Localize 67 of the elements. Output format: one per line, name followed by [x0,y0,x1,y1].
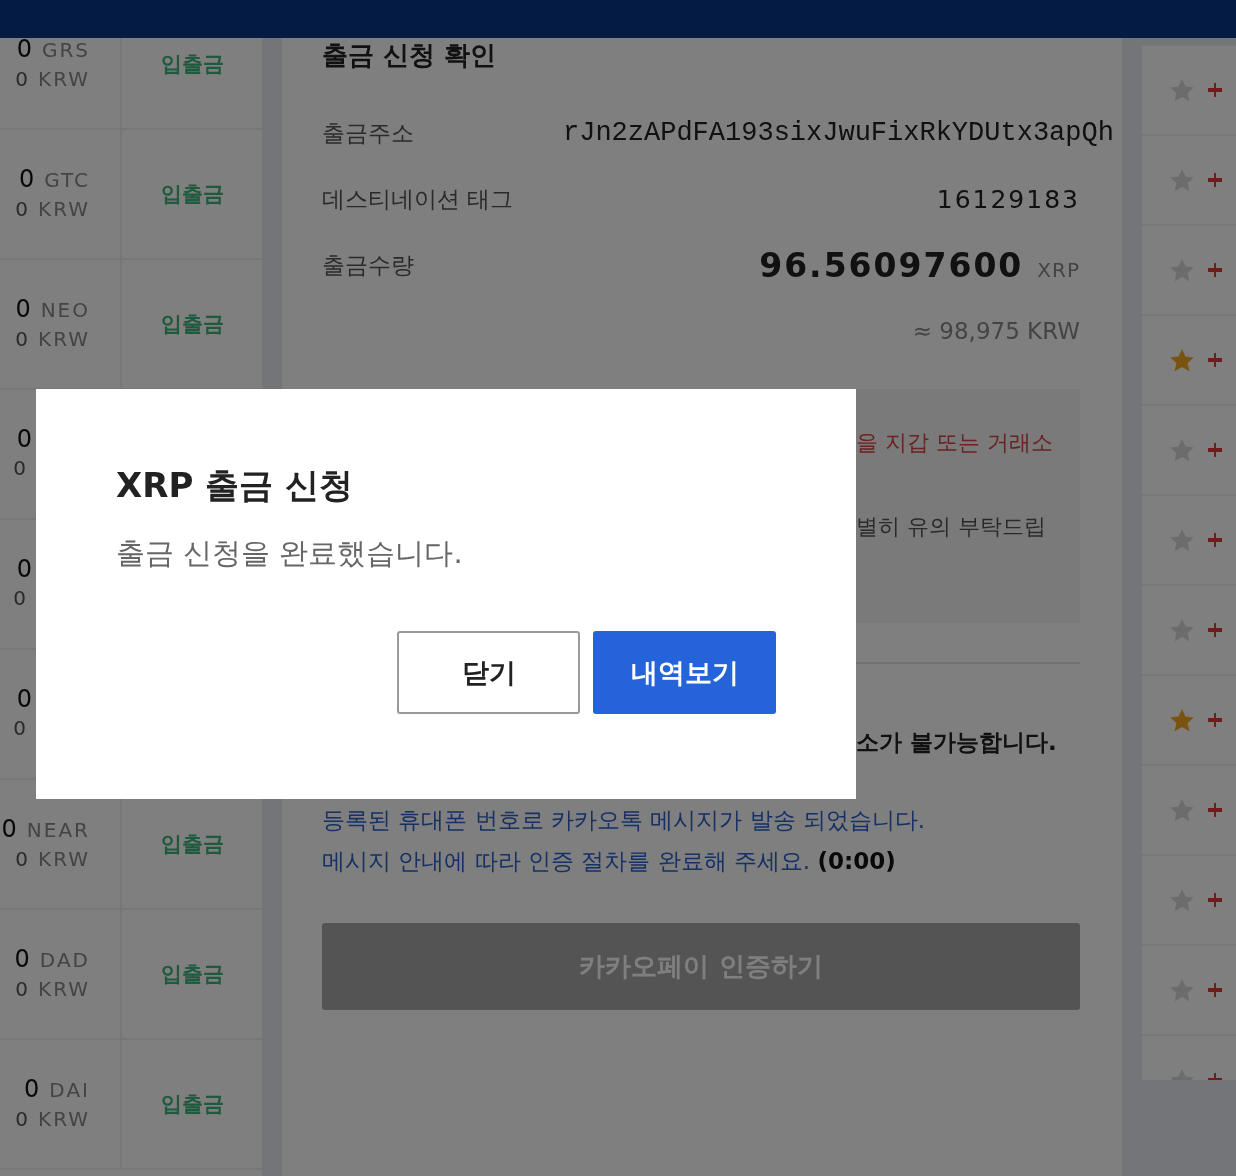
currency-unit: KRW [38,975,90,1003]
krw-amount: 0 [15,195,28,223]
kakao-message: 등록된 휴대폰 번호로 카카오톡 메시지가 발송 되었습니다. [322,806,927,835]
candle-icon [1208,173,1222,187]
krw-amount: 0 [15,65,28,93]
notice-text: 별히 유의 부탁드립 [856,513,1047,541]
krw-amount: 0 [13,455,26,482]
coin-amount: 0 [16,685,32,714]
candle-icon [1208,443,1222,457]
notice-text: 을 지갑 또는 거래소 [856,429,1054,457]
kakao-message: 메시지 안내에 따라 인증 절차를 완료해 주세요. (0:00) [322,847,897,876]
krw-estimate: ≈ 98,975 KRW [912,318,1080,344]
candle-icon [1208,893,1222,907]
coin-amount: 0 [16,38,32,64]
coin-symbol: GRS [41,38,90,64]
coin-amount: 0 [16,555,32,584]
coin-amount: 0 [15,294,31,324]
coin-amount: 0 [14,944,30,974]
krw-amount: 0 [15,1105,28,1133]
field-label: 데스티네이션 태그 [322,184,515,214]
field-label: 출금주소 [322,118,415,148]
star-icon[interactable] [1170,348,1194,372]
candle-icon [1208,353,1222,367]
panel-title: 출금 신청 확인 [322,39,498,72]
deposit-withdraw-button[interactable]: 입출금 [160,50,224,78]
candle-icon [1208,713,1222,727]
close-button[interactable]: 닫기 [397,631,580,714]
deposit-withdraw-button[interactable]: 입출금 [160,830,224,858]
coin-symbol: GTC [44,166,90,194]
coin-symbol: NEAR [26,816,90,844]
krw-amount: 0 [13,715,26,742]
krw-amount: 0 [15,975,28,1003]
dialog-message: 출금 신청을 완료했습니다. [116,535,464,572]
candle-icon [1208,83,1222,97]
star-icon[interactable] [1170,708,1194,732]
currency-unit: KRW [38,195,90,223]
coin-symbol: DAD [39,946,90,974]
krw-amount: 0 [13,585,26,612]
currency-unit: KRW [38,1105,90,1133]
krw-amount: 0 [15,845,28,873]
coin-symbol: DAI [49,1076,90,1104]
coin-amount: 0 [16,425,32,454]
dialog-title: XRP 출금 신청 [116,464,354,507]
candle-icon [1208,533,1222,547]
field-label: 출금수량 [322,250,415,280]
candle-icon [1208,983,1222,997]
history-button[interactable]: 내역보기 [593,631,776,714]
candle-icon [1208,263,1222,277]
deposit-withdraw-button[interactable]: 입출금 [160,180,224,208]
deposit-withdraw-button[interactable]: 입출금 [160,310,224,338]
coin-amount: 0 [24,1074,40,1104]
coin-amount: 0 [18,164,35,194]
address-value: rJn2zAPdFA193sixJwuFixRkYDUtx3apQh [563,118,1114,148]
coin-amount: 0 [1,814,17,844]
tag-value: 16129183 [936,184,1080,214]
currency-unit: KRW [38,325,90,353]
deposit-withdraw-button[interactable]: 입출금 [160,1090,224,1118]
currency-unit: XRP [1037,257,1080,282]
candle-icon [1208,803,1222,817]
currency-unit: KRW [38,65,90,93]
cancel-note: 소가 불가능합니다. [856,729,1057,755]
amount-value: 96.56097600 [759,245,1024,285]
currency-unit: KRW [38,845,90,873]
candle-icon [1208,623,1222,637]
krw-amount: 0 [15,325,28,353]
coin-symbol: NEO [40,296,90,324]
deposit-withdraw-button[interactable]: 입출금 [160,960,224,988]
